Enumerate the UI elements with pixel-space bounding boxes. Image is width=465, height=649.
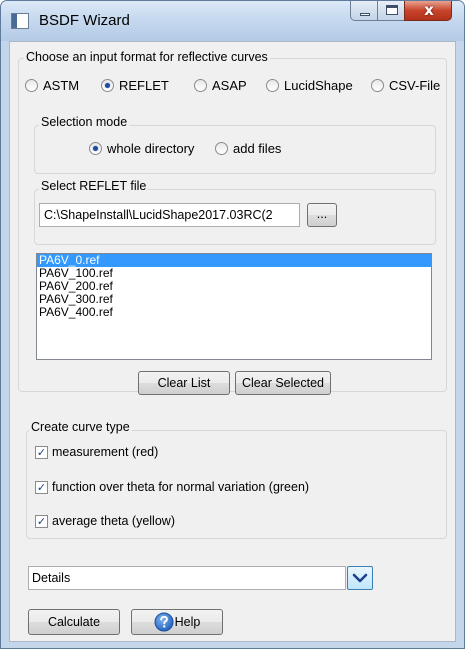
title-bar: BSDF Wizard x [1, 1, 464, 41]
check-icon: ✓ [35, 445, 48, 459]
minimize-icon [360, 13, 370, 16]
minimize-button[interactable] [350, 1, 378, 21]
clear-selected-button[interactable]: Clear Selected [235, 371, 331, 395]
radio-asap-label: ASAP [212, 78, 247, 93]
checkbox-measurement[interactable]: ✓ measurement (red) [35, 445, 158, 459]
checkbox-average-theta-label: average theta (yellow) [52, 514, 175, 528]
check-icon: ✓ [35, 514, 48, 528]
radio-csv-file-label: CSV-File [389, 78, 441, 93]
chevron-down-icon [352, 573, 368, 583]
close-button[interactable]: x [404, 1, 452, 21]
radio-astm-label: ASTM [43, 78, 80, 93]
radio-lucidshape[interactable]: LucidShape [266, 78, 353, 93]
radio-whole-directory-label: whole directory [107, 141, 195, 156]
checkbox-function-over-theta-label: function over theta for normal variation… [52, 480, 310, 494]
checkbox-average-theta[interactable]: ✓ average theta (yellow) [35, 514, 175, 528]
radio-astm-dot [25, 79, 38, 92]
radio-add-files-dot [215, 142, 228, 155]
details-dropdown-button[interactable] [347, 566, 373, 590]
checkbox-function-over-theta[interactable]: ✓ function over theta for normal variati… [35, 480, 309, 494]
radio-reflet-label: REFLET [119, 78, 169, 93]
radio-astm[interactable]: ASTM [25, 78, 79, 93]
close-icon: x [424, 1, 434, 19]
calculate-button[interactable]: Calculate [28, 609, 120, 635]
browse-button[interactable]: ... [307, 203, 337, 227]
radio-add-files-label: add files [233, 141, 282, 156]
help-button[interactable]: Help [131, 609, 223, 635]
maximize-button[interactable] [377, 1, 405, 21]
file-listbox[interactable]: PA6V_0.ref PA6V_100.ref PA6V_200.ref PA6… [36, 253, 432, 360]
selection-mode-label: Selection mode [39, 115, 130, 129]
window-title: BSDF Wizard [39, 12, 130, 29]
file-path-input[interactable]: C:\ShapeInstall\LucidShape2017.03RC(2 [39, 203, 300, 227]
curve-type-label: Create curve type [29, 420, 132, 434]
details-dropdown[interactable]: Details [28, 566, 346, 590]
wizard-client-area: Choose an input format for reflective cu… [9, 41, 456, 642]
window-app-icon [11, 13, 29, 29]
radio-lucidshape-label: LucidShape [284, 78, 353, 93]
radio-asap-dot [194, 79, 207, 92]
input-format-label: Choose an input format for reflective cu… [24, 50, 270, 64]
radio-lucidshape-dot [266, 79, 279, 92]
bsdf-wizard-window: BSDF Wizard x Choose an input format for… [0, 0, 465, 649]
radio-add-files[interactable]: add files [215, 141, 281, 156]
help-button-label: Help [174, 615, 201, 629]
radio-asap[interactable]: ASAP [194, 78, 247, 93]
radio-reflet[interactable]: REFLET [101, 78, 169, 93]
list-item[interactable]: PA6V_400.ref [37, 306, 431, 319]
checkbox-measurement-label: measurement (red) [52, 445, 159, 459]
question-icon [154, 612, 174, 632]
clear-list-button[interactable]: Clear List [138, 371, 230, 395]
radio-reflet-dot [101, 79, 114, 92]
maximize-icon [386, 5, 398, 15]
file-select-label: Select REFLET file [39, 179, 149, 193]
radio-csv-file[interactable]: CSV-File [371, 78, 440, 93]
check-icon: ✓ [35, 480, 48, 494]
radio-whole-directory[interactable]: whole directory [89, 141, 194, 156]
radio-csv-file-dot [371, 79, 384, 92]
radio-whole-directory-dot [89, 142, 102, 155]
